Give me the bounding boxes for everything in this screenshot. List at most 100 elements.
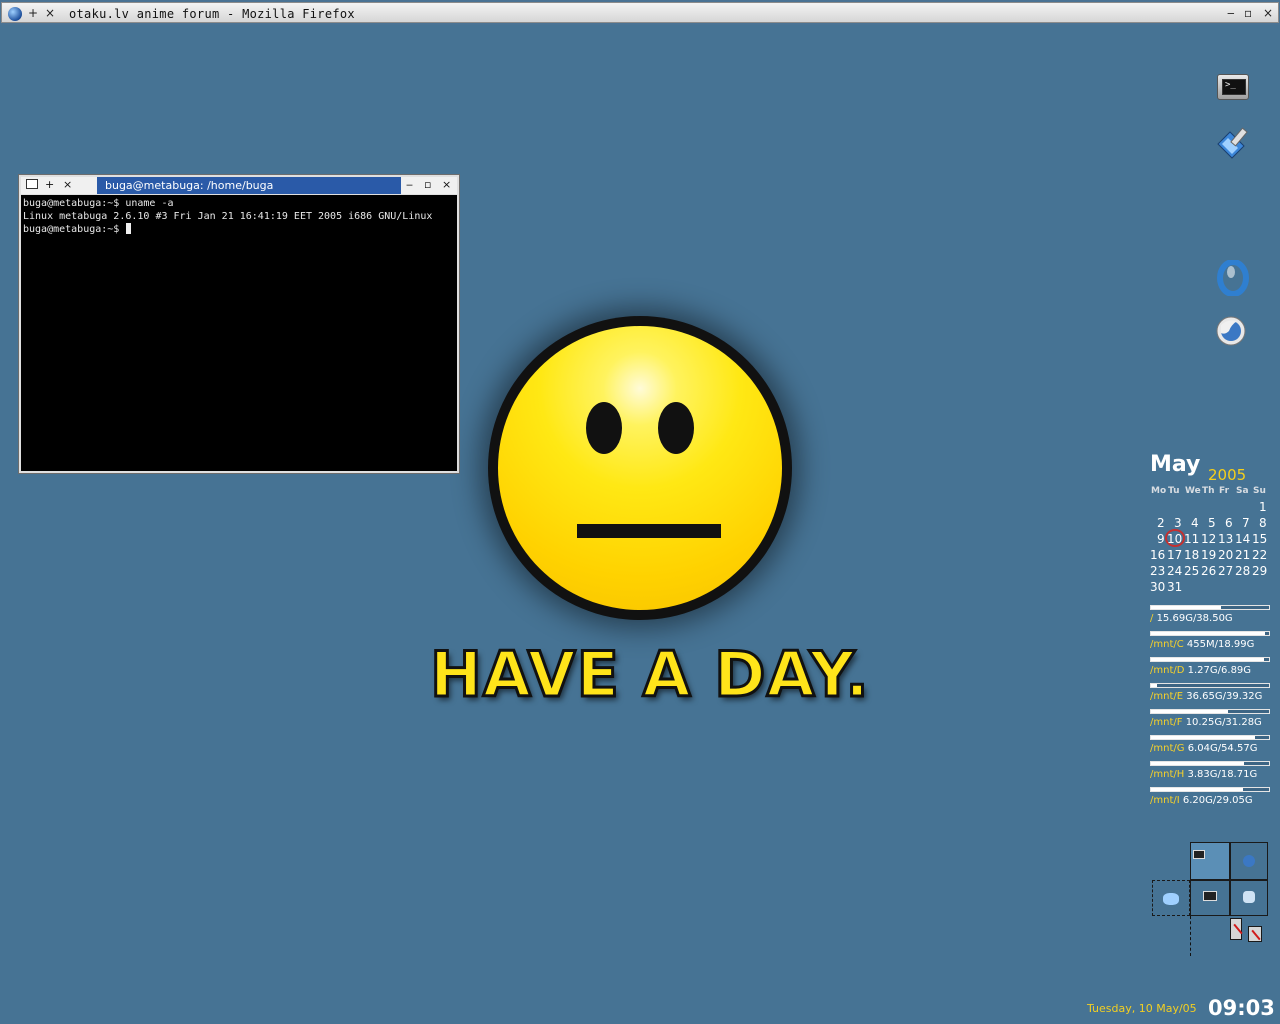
disk-mount-point: /mnt/I (1150, 795, 1180, 806)
disk-usage-bar (1150, 631, 1270, 636)
disk-usage-value: 455M/18.99G (1186, 639, 1255, 650)
wallpaper-slogan: HAVE A DAY. (429, 637, 871, 713)
clock-date: Tuesday, 10 May/05 (1087, 1002, 1197, 1015)
window-minimize-button[interactable]: ‒ (1227, 6, 1235, 20)
disk-usage-bar (1150, 709, 1270, 714)
terminal-icon-prompt-glyph: >_ (1225, 80, 1236, 90)
terminal-window-title: buga@metabuga: /home/buga (105, 179, 274, 192)
calendar-year: 2005 (1208, 466, 1247, 484)
disk-meter: /mnt/E 36.65G/39.32G (1148, 683, 1272, 707)
disk-usage-bar (1150, 761, 1270, 766)
terminal-close-small-button[interactable]: × (63, 178, 72, 192)
calendar-day: 13 (1218, 532, 1234, 546)
terminal-line: Linux metabuga 2.6.10 #3 Fri Jan 21 16:4… (23, 211, 433, 222)
firefox-icon[interactable] (1215, 315, 1249, 347)
disk-usage-label: /mnt/E 36.65G/39.32G (1150, 691, 1262, 702)
terminal-maximize-button[interactable]: ▫ (424, 178, 431, 192)
workspace-pager[interactable] (1150, 840, 1272, 958)
terminal-prompt: buga@metabuga:~$ (23, 224, 126, 235)
disk-mount-point: /mnt/H (1150, 769, 1185, 780)
calendar-day: 27 (1218, 564, 1234, 578)
disk-mount-point: /mnt/G (1150, 743, 1185, 754)
terminal-window[interactable]: + × buga@metabuga: /home/buga ‒ ▫ × buga… (18, 174, 460, 474)
calendar-day: 8 (1259, 516, 1267, 530)
disk-usage-bar (1150, 787, 1270, 792)
calendar-day: 6 (1225, 516, 1233, 530)
terminal-icon[interactable]: >_ (1217, 74, 1249, 100)
disk-usage-value: 6.04G/54.57G (1187, 743, 1258, 754)
calendar-day: 31 (1167, 580, 1183, 594)
terminal-titlebar-left-buttons: + × (21, 177, 97, 194)
disk-usage-label: /mnt/C 455M/18.99G (1150, 639, 1254, 650)
pager-app-icon (1163, 893, 1179, 905)
calendar-day: 28 (1235, 564, 1251, 578)
smiley-left-eye (586, 402, 622, 454)
firefox-window-titlebar[interactable]: + × otaku.lv anime forum - Mozilla Firef… (0, 0, 1280, 25)
disk-usage-value: 1.27G/6.89G (1187, 665, 1252, 676)
firefox-titlebar-frame: + × otaku.lv anime forum - Mozilla Firef… (1, 2, 1279, 23)
window-close-button[interactable]: × (1263, 6, 1273, 20)
disk-usage-fill (1151, 736, 1255, 739)
calendar-day: 10 (1167, 532, 1183, 546)
settings-brush-icon[interactable] (1214, 124, 1252, 162)
calendar-day: 22 (1252, 548, 1268, 562)
pager-workspace[interactable] (1190, 880, 1230, 916)
calendar-day: 16 (1150, 548, 1166, 562)
firefox-globe-icon[interactable] (8, 7, 22, 21)
calendar-weekday: Fr (1219, 486, 1230, 496)
calendar-weekday: We (1185, 486, 1201, 496)
disk-mount-point: /mnt/E (1150, 691, 1184, 702)
terminal-cursor (126, 223, 132, 234)
calendar-day: 20 (1218, 548, 1234, 562)
pager-unavailable-icon (1233, 923, 1243, 935)
disk-usage-fill (1151, 710, 1228, 713)
clock-time: 09:03 (1208, 996, 1275, 1020)
terminal-titlebar[interactable]: + × buga@metabuga: /home/buga ‒ ▫ × (21, 177, 457, 194)
calendar-day: 30 (1150, 580, 1166, 594)
titlebar-add-button[interactable]: + (28, 6, 38, 20)
disk-usage-fill (1151, 658, 1265, 661)
calendar-day: 29 (1252, 564, 1268, 578)
pager-workspace[interactable] (1152, 880, 1190, 916)
disk-usage-value: 6.20G/29.05G (1182, 795, 1253, 806)
terminal-add-button[interactable]: + (45, 178, 54, 192)
pager-terminal-icon (1203, 891, 1217, 901)
disk-usage-value: 15.69G/38.50G (1156, 613, 1233, 624)
titlebar-close-button[interactable]: × (45, 6, 55, 20)
disk-meter: / 15.69G/38.50G (1148, 605, 1272, 629)
pager-workspace[interactable] (1230, 842, 1268, 880)
pager-app-icon (1243, 891, 1255, 903)
terminal-close-button[interactable]: × (442, 178, 451, 192)
disk-usage-bar (1150, 683, 1270, 688)
calendar-day: 1 (1259, 500, 1267, 514)
pager-workspace-active[interactable] (1190, 842, 1230, 880)
calendar-day: 26 (1201, 564, 1217, 578)
pager-unavailable-icon (1251, 929, 1261, 941)
smiley-mouth (577, 524, 721, 538)
opera-icon[interactable] (1216, 259, 1250, 297)
disk-mount-point: /mnt/C (1150, 639, 1184, 650)
terminal-minimize-button[interactable]: ‒ (406, 178, 413, 192)
disk-meter: /mnt/C 455M/18.99G (1148, 631, 1272, 655)
calendar-day: 11 (1184, 532, 1200, 546)
terminal-window-icon[interactable] (26, 179, 38, 189)
pager-divider (1190, 916, 1191, 956)
terminal-output[interactable]: buga@metabuga:~$ uname -a Linux metabuga … (21, 195, 457, 471)
pager-terminal-icon (1193, 850, 1205, 859)
calendar-day: 25 (1184, 564, 1200, 578)
disk-meter: /mnt/H 3.83G/18.71G (1148, 761, 1272, 785)
disk-usage-value: 36.65G/39.32G (1186, 691, 1263, 702)
pager-window-thumb[interactable] (1248, 926, 1262, 942)
calendar-day: 18 (1184, 548, 1200, 562)
disk-usage-fill (1151, 684, 1157, 687)
pager-workspace[interactable] (1230, 880, 1268, 916)
disk-mount-point: / (1150, 613, 1154, 624)
disk-usage-label: / 15.69G/38.50G (1150, 613, 1233, 624)
calendar-day: 19 (1201, 548, 1217, 562)
window-maximize-button[interactable]: ▫ (1244, 6, 1252, 20)
calendar-day: 17 (1167, 548, 1183, 562)
disk-meter: /mnt/G 6.04G/54.57G (1148, 735, 1272, 759)
disk-usage-fill (1151, 632, 1266, 635)
smiley-face-wallpaper (488, 316, 792, 620)
pager-window-thumb[interactable] (1230, 918, 1243, 940)
